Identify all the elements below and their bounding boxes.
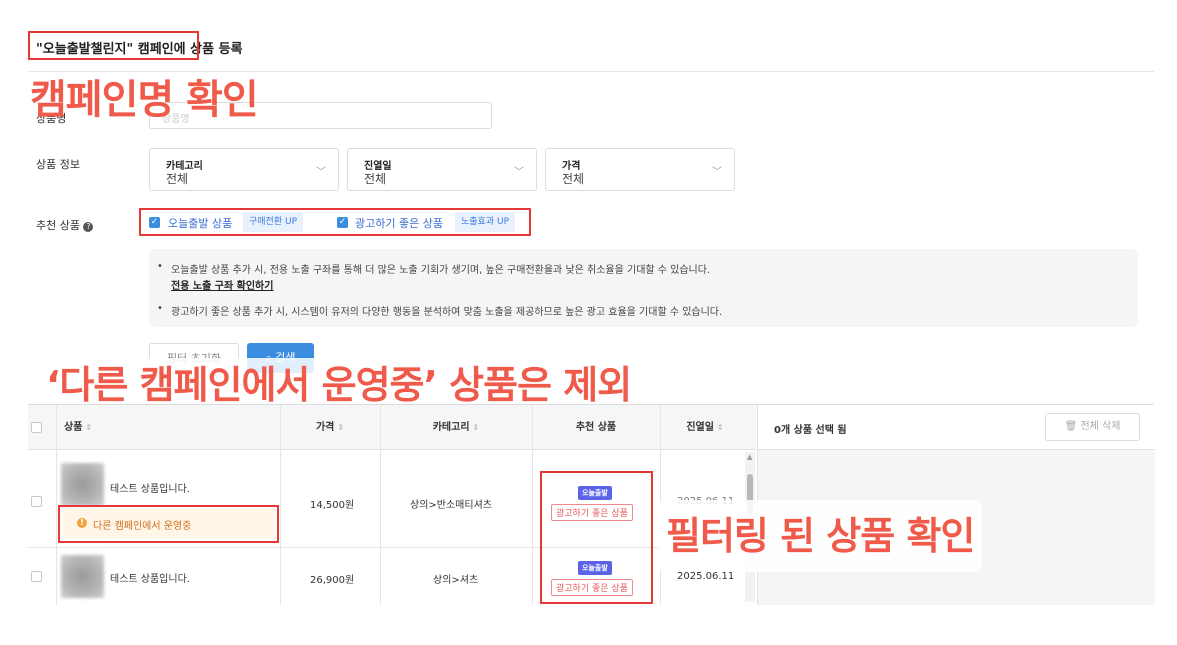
select-all-checkbox[interactable]: [31, 422, 42, 433]
ad-good-checkbox[interactable]: ✓: [337, 217, 348, 228]
product-category: 상의>반소매티셔츠: [410, 500, 492, 511]
scroll-up-icon[interactable]: ▲: [747, 453, 752, 461]
product-name[interactable]: 테스트 상품입니다.: [110, 570, 190, 585]
column-divider: [532, 405, 533, 605]
column-divider: [380, 405, 381, 605]
product-thumbnail: [61, 463, 104, 506]
product-thumbnail: [61, 555, 104, 598]
campaign-name-highlight: [28, 31, 199, 60]
recommend-column-highlight: [540, 471, 653, 604]
header-category[interactable]: 카테고리 ⇕: [380, 405, 532, 450]
exposure-up-tag: 노출효과 UP: [455, 212, 515, 232]
help-icon[interactable]: ?: [83, 222, 94, 232]
sort-icon: ⇕: [85, 423, 93, 432]
row-checkbox[interactable]: [31, 496, 42, 507]
header-product[interactable]: 상품 ⇕: [56, 405, 308, 450]
category-select-value: 전체: [166, 172, 189, 186]
sort-icon: ⇕: [472, 423, 480, 432]
display-date-select-value: 전체: [364, 172, 387, 186]
product-category: 상의>셔츠: [433, 575, 479, 586]
header-recommend: 추천 상품: [575, 422, 617, 433]
display-date: 2025.06.11: [677, 571, 735, 582]
recommend-label: 추천 상품 ?: [36, 217, 94, 233]
header-display-date[interactable]: 진열일 ⇕: [660, 405, 750, 450]
product-price: 14,500원: [310, 500, 355, 511]
chevron-down-icon: ﹀: [316, 167, 326, 178]
row-checkbox[interactable]: [31, 571, 42, 582]
title-divider: [28, 71, 1154, 72]
table-header: 상품 ⇕ 가격 ⇕ 카테고리 ⇕ 추천 상품 진열일 ⇕: [28, 405, 756, 450]
today-shipping-label: 오늘출발 상품: [168, 217, 233, 230]
trash-icon: 🗑: [1064, 421, 1078, 432]
selected-count: 0개 상품 선택 됨: [774, 425, 847, 436]
product-info-label: 상품 정보: [36, 158, 80, 171]
selection-header: 0개 상품 선택 됨 🗑 전체 삭제: [758, 405, 1155, 450]
product-price: 26,900원: [310, 575, 355, 586]
category-select[interactable]: 카테고리 전체 ﹀: [149, 148, 339, 191]
info-line-1: 오늘출발 상품 추가 시, 전용 노출 구좌를 통해 더 많은 노출 기회가 생…: [157, 261, 710, 276]
chevron-down-icon: ﹀: [712, 167, 722, 178]
sort-icon: ⇕: [716, 423, 724, 432]
recommend-info-box: 오늘출발 상품 추가 시, 전용 노출 구좌를 통해 더 많은 노출 기회가 생…: [149, 249, 1138, 327]
display-date-select[interactable]: 진열일 전체 ﹀: [347, 148, 537, 191]
purchase-up-tag: 구매전환 UP: [243, 212, 303, 232]
ad-good-label: 광고하기 좋은 상품: [355, 217, 443, 230]
annotation-campaign-check: 캠페인명 확인: [30, 77, 259, 123]
chevron-down-icon: ﹀: [514, 167, 524, 178]
delete-all-button[interactable]: 🗑 전체 삭제: [1045, 413, 1140, 441]
sort-icon: ⇕: [337, 423, 345, 432]
column-divider: [280, 405, 281, 605]
info-line-2: 광고하기 좋은 상품 추가 시, 시스템이 유저의 다양한 행동을 분석하여 맞…: [157, 303, 722, 318]
exposure-slot-link[interactable]: 전용 노출 구좌 확인하기: [171, 277, 273, 292]
price-select-value: 전체: [562, 172, 585, 186]
column-divider: [56, 405, 57, 605]
today-shipping-checkbox[interactable]: ✓: [149, 217, 160, 228]
product-name[interactable]: 테스트 상품입니다.: [110, 480, 190, 495]
header-price[interactable]: 가격 ⇕: [280, 405, 380, 450]
annotation-filtered-check: 필터링 된 상품 확인: [658, 500, 983, 572]
price-select[interactable]: 가격 전체 ﹀: [545, 148, 735, 191]
running-warning-highlight: [58, 505, 279, 543]
